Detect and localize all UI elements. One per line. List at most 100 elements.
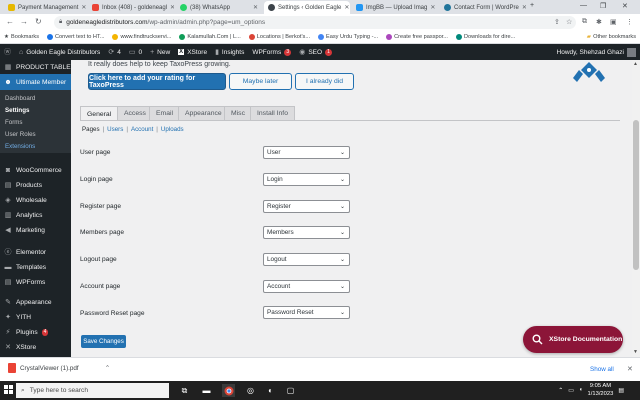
bookmark-item[interactable]: Kalamullah.Com | L...: [175, 34, 244, 40]
bookmark-item[interactable]: Downloads for dire...: [452, 34, 519, 40]
scrollbar-thumb[interactable]: [633, 120, 639, 270]
sidebar-item-plugins[interactable]: ⚡︎ Plugins 4: [0, 325, 71, 339]
subsection-pages[interactable]: Pages: [82, 126, 100, 133]
tab-close-icon[interactable]: ✕: [522, 4, 526, 11]
download-item[interactable]: CrystalViewer (1).pdf ⌃: [8, 363, 110, 373]
share-icon[interactable]: ⇪: [554, 18, 560, 26]
file-explorer-icon[interactable]: ▬: [200, 384, 213, 397]
submenu-extensions[interactable]: Extensions: [5, 143, 35, 150]
logout-page-select[interactable]: Logout ⌄: [263, 253, 350, 266]
updates-menu[interactable]: ⟳ 4: [104, 48, 125, 57]
user-page-select[interactable]: User ⌄: [263, 146, 350, 159]
tab-close-icon[interactable]: ✕: [344, 4, 349, 11]
save-changes-button[interactable]: Save Changes: [81, 335, 126, 348]
browser-tab[interactable]: ImgBB — Upload Imag ✕: [352, 1, 438, 14]
wpforms-menu[interactable]: WPForms 3: [248, 48, 295, 56]
address-bar[interactable]: 🔒︎ goldeneagledistributors.com/wp-admin/…: [54, 16, 576, 29]
tab-appearance[interactable]: Appearance: [178, 106, 229, 120]
sidebar-item-ultimate-member[interactable]: ☻ Ultimate Member: [0, 74, 71, 90]
menu-dots-icon[interactable]: ⋮: [626, 18, 633, 26]
sidebar-item-yith[interactable]: ✦ YITH: [0, 310, 71, 324]
bookmark-item[interactable]: Easy Urdu Typing -...: [314, 34, 382, 40]
close-icon[interactable]: ✕: [627, 365, 633, 373]
submenu-settings[interactable]: Settings: [5, 107, 29, 114]
app-icon[interactable]: ◐: [264, 384, 277, 397]
bookmark-item[interactable]: Convert text to HT...: [43, 34, 108, 40]
volume-icon[interactable]: ◖: [579, 387, 583, 393]
tab-close-icon[interactable]: ✕: [430, 4, 435, 11]
tab-install-info[interactable]: Install Info: [250, 106, 295, 120]
password-reset-page-select[interactable]: Password Reset ⌄: [263, 306, 350, 319]
taskbar-search-input[interactable]: ⌕ Type here to search: [16, 383, 169, 398]
xstore-documentation-button[interactable]: XStore Documentation: [523, 326, 623, 353]
tab-general[interactable]: General: [80, 106, 119, 121]
tab-access[interactable]: Access: [117, 106, 153, 120]
sidebar-item-analytics[interactable]: ▥ Analytics: [0, 208, 71, 222]
bookmark-item[interactable]: Create free passpor...: [382, 34, 452, 40]
subsection-account[interactable]: Account: [131, 126, 153, 133]
sidebar-item-elementor[interactable]: ⓔ Elementor: [0, 245, 71, 259]
sidebar-item-woocommerce[interactable]: ◙ WooCommerce: [0, 163, 71, 177]
submenu-dashboard[interactable]: Dashboard: [5, 95, 35, 102]
tab-close-icon[interactable]: ✕: [170, 4, 174, 11]
extension-icon[interactable]: ⧉: [582, 18, 587, 26]
star-icon[interactable]: ☆: [566, 18, 572, 26]
already-did-button[interactable]: I already did: [295, 73, 354, 90]
reload-icon[interactable]: ↻: [35, 17, 42, 26]
sidebar-item-xstore[interactable]: ✕ XStore: [0, 340, 71, 354]
login-page-select[interactable]: Login ⌄: [263, 173, 350, 186]
show-all-link[interactable]: Show all: [590, 366, 614, 373]
close-window-icon[interactable]: ✕: [622, 2, 628, 10]
browser-tab[interactable]: Payment Management ✕: [4, 1, 86, 14]
maybe-later-button[interactable]: Maybe later: [229, 73, 292, 90]
scroll-up-icon[interactable]: ▲: [633, 61, 638, 67]
maximize-icon[interactable]: ❐: [600, 2, 606, 10]
sidebar-item-marketing[interactable]: ◀ Marketing: [0, 223, 71, 237]
insights-menu[interactable]: ▮ Insights: [211, 48, 248, 57]
forward-icon[interactable]: →: [20, 17, 28, 26]
sidebar-item-wpforms[interactable]: ▤ WPForms: [0, 275, 71, 289]
submenu-forms[interactable]: Forms: [5, 119, 23, 126]
clock[interactable]: 9:05 AM 1/13/2023: [588, 382, 614, 398]
subsection-users[interactable]: Users: [107, 126, 123, 133]
browser-tab[interactable]: Contact Form | WordPre ✕: [440, 1, 526, 14]
sidebar-item-appearance[interactable]: ✎ Appearance: [0, 295, 71, 309]
new-content-menu[interactable]: + New: [146, 49, 174, 56]
wp-logo-menu[interactable]: ⓦ: [0, 47, 15, 57]
browser-tab[interactable]: Inbox (408) - goldeneagl ✕: [88, 1, 174, 14]
seo-menu[interactable]: ◉ SEO 1: [295, 48, 336, 56]
new-tab-icon[interactable]: +: [530, 2, 534, 9]
tab-misc[interactable]: Misc: [224, 106, 252, 120]
subsection-uploads[interactable]: Uploads: [161, 126, 184, 133]
other-bookmarks[interactable]: ▰ Other bookmarks: [587, 31, 636, 43]
site-name-menu[interactable]: ⌂ Golden Eagle Distributors: [15, 49, 104, 56]
bookmark-item[interactable]: www.findtruckservi...: [108, 34, 175, 40]
account-page-select[interactable]: Account ⌄: [263, 280, 350, 293]
network-icon[interactable]: ▭: [568, 387, 574, 394]
members-page-select[interactable]: Members ⌄: [263, 226, 350, 239]
sidepanel-icon[interactable]: ▣: [610, 18, 617, 26]
app-icon[interactable]: ▢: [284, 384, 297, 397]
sidebar-item-products[interactable]: ▤ Products: [0, 178, 71, 192]
puzzle-icon[interactable]: ✱: [596, 18, 602, 26]
task-view-icon[interactable]: ⧉: [178, 384, 191, 397]
page-scrollbar[interactable]: ▲ ▼: [632, 60, 640, 357]
scroll-down-icon[interactable]: ▼: [633, 349, 638, 355]
app-icon[interactable]: ◎: [244, 384, 257, 397]
notifications-icon[interactable]: ▤: [618, 387, 624, 394]
sidebar-item-product-table[interactable]: ▦ PRODUCT TABLE: [0, 60, 71, 74]
sidebar-item-wholesale[interactable]: ◈ Wholesale: [0, 193, 71, 207]
windows-start-icon[interactable]: [4, 385, 13, 394]
xstore-menu[interactable]: X XStore: [174, 49, 211, 56]
bookmark-item[interactable]: Locations | Berkot's...: [245, 34, 314, 40]
bookmark-item[interactable]: ★ Bookmarks: [0, 34, 43, 40]
browser-tab-active[interactable]: Settings ‹ Golden Eagle ✕: [264, 1, 350, 14]
submenu-user-roles[interactable]: User Roles: [5, 131, 36, 138]
browser-tab[interactable]: (38) WhatsApp ✕: [176, 1, 262, 14]
tab-close-icon[interactable]: ✕: [81, 4, 86, 11]
rate-taxopress-button[interactable]: Click here to add your rating for TaxoPr…: [88, 73, 226, 90]
sidebar-item-templates[interactable]: ▬ Templates: [0, 260, 71, 274]
register-page-select[interactable]: Register ⌄: [263, 200, 350, 213]
account-menu[interactable]: Howdy, Shehzad Ghazi: [557, 44, 636, 60]
comments-menu[interactable]: ▭ 0: [125, 48, 146, 57]
